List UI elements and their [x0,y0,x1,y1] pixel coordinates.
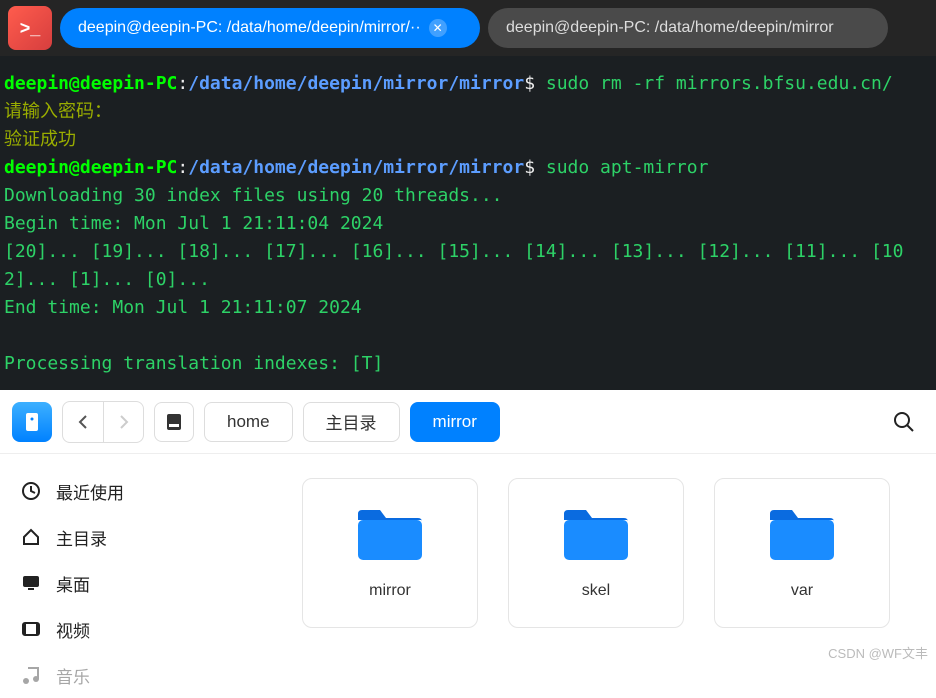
command-text: sudo rm -rf mirrors.bfsu.edu.cn/ [546,73,893,94]
folder-grid: mirror skel var [272,454,936,666]
prompt-userhost: deepin@deepin-PC [4,157,177,178]
terminal-line: Begin time: Mon Jul 1 21:11:04 2024 [4,210,932,238]
back-button[interactable] [63,402,103,442]
chevron-left-icon [78,414,88,430]
folder-icon [766,506,838,562]
prompt-path: /data/home/deepin/mirror/mirror [188,157,524,178]
terminal-line: 验证成功 [4,126,932,154]
sidebar-item-desktop[interactable]: 桌面 [0,560,272,606]
breadcrumb-mirror[interactable]: mirror [410,402,500,442]
search-icon [892,410,916,434]
breadcrumb-homedir[interactable]: 主目录 [303,402,400,442]
home-icon [20,526,42,548]
watermark: CSDN @WF文丰 [828,643,928,662]
terminal-line: Processing translation indexes: [T] [4,350,932,378]
terminal-line: 请输入密码： [4,98,932,126]
sidebar-item-label: 音乐 [56,663,90,688]
folder-name: var [791,582,813,600]
search-button[interactable] [884,402,924,442]
sidebar-item-label: 视频 [56,617,90,642]
folder-item[interactable]: skel [508,478,684,628]
breadcrumb-home[interactable]: home [204,402,293,442]
terminal-line: [20]... [19]... [18]... [17]... [16]... … [4,238,932,266]
sidebar-item-recent[interactable]: 最近使用 [0,468,272,514]
terminal-line: Downloading 30 index files using 20 thre… [4,182,932,210]
sidebar-item-video[interactable]: 视频 [0,606,272,652]
terminal-header: >_ deepin@deepin-PC: /data/home/deepin/m… [0,0,936,56]
terminal-tab-active[interactable]: deepin@deepin-PC: /data/home/deepin/mirr… [60,8,480,48]
desktop-icon [20,572,42,594]
command-text: sudo apt-mirror [546,157,709,178]
sidebar-item-label: 主目录 [56,525,107,550]
sidebar: 最近使用 主目录 桌面 视频 音乐 [0,454,272,666]
sidebar-item-music[interactable]: 音乐 [0,652,272,698]
chevron-right-icon [119,414,129,430]
disk-button[interactable] [154,402,194,442]
folder-icon [560,506,632,562]
filemanager-toolbar: home 主目录 mirror [0,390,936,454]
clock-icon [20,480,42,502]
sidebar-item-label: 桌面 [56,571,90,596]
video-icon [20,618,42,640]
terminal-line: deepin@deepin-PC:/data/home/deepin/mirro… [4,154,932,182]
forward-button[interactable] [103,402,143,442]
sidebar-item-label: 最近使用 [56,479,124,504]
prompt-path: /data/home/deepin/mirror/mirror [188,73,524,94]
nav-buttons [62,401,144,443]
folder-name: skel [582,582,610,600]
filemanager-app-icon [12,402,52,442]
folder-icon [354,506,426,562]
music-icon [20,664,42,686]
filemanager-body: 最近使用 主目录 桌面 视频 音乐 mirror skel [0,454,936,666]
terminal-output[interactable]: deepin@deepin-PC:/data/home/deepin/mirro… [0,56,936,390]
folder-item[interactable]: var [714,478,890,628]
sidebar-item-home[interactable]: 主目录 [0,514,272,560]
disk-icon [165,412,183,432]
terminal-line: deepin@deepin-PC:/data/home/deepin/mirro… [4,70,932,98]
folder-name: mirror [369,582,411,600]
close-icon[interactable]: ✕ [429,19,447,37]
terminal-tab-inactive[interactable]: deepin@deepin-PC: /data/home/deepin/mirr… [488,8,888,48]
folder-item[interactable]: mirror [302,478,478,628]
terminal-line: End time: Mon Jul 1 21:11:07 2024 [4,294,932,322]
prompt-userhost: deepin@deepin-PC [4,73,177,94]
tab-title: deepin@deepin-PC: /data/home/deepin/mirr… [78,19,421,37]
terminal-line: 2]... [1]... [0]... [4,266,932,294]
terminal-app-icon: >_ [8,6,52,50]
tab-title: deepin@deepin-PC: /data/home/deepin/mirr… [506,19,834,37]
